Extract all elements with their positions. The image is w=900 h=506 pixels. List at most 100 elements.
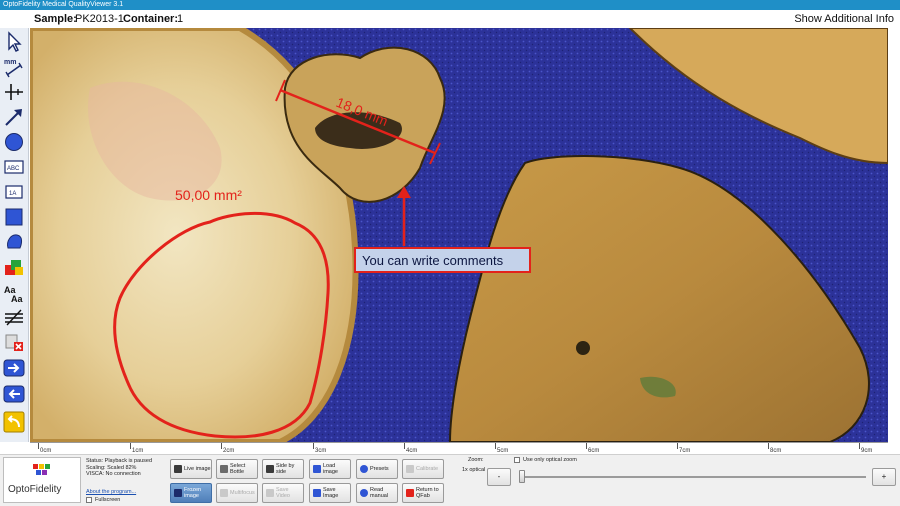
about-link[interactable]: About the program...: [86, 489, 136, 495]
save-icon: [313, 489, 321, 497]
load-image-button[interactable]: Load image: [309, 459, 351, 479]
live-image-label: Live image: [184, 466, 211, 472]
calibrate-icon: [406, 465, 414, 473]
ruler-tick: [859, 443, 860, 449]
container-value: 1: [177, 13, 184, 25]
hatch-tool[interactable]: [2, 305, 26, 329]
presets-button[interactable]: Presets: [356, 459, 398, 479]
zoom-slider-thumb[interactable]: [519, 470, 525, 483]
ruler-tick: [586, 443, 587, 449]
image-viewer[interactable]: 50,00 mm² 18,0 mm You can write comments: [30, 28, 888, 442]
circle-icon: [5, 133, 23, 151]
calibrate-label: Calibrate: [416, 466, 439, 472]
font-size-icon: AaAa: [4, 285, 23, 303]
delete-tool[interactable]: [2, 330, 26, 354]
presets-label: Presets: [370, 466, 389, 472]
select-bottle-button[interactable]: Select Bottle: [216, 459, 258, 479]
back-icon: [3, 385, 25, 403]
ruler-tick: [130, 443, 131, 449]
read-manual-button[interactable]: Read manual: [356, 483, 398, 503]
annotation-toolbar: mm ABC 1A Aa Aa: [0, 28, 29, 442]
fullscreen-checkbox[interactable]: Fullscreen: [86, 497, 120, 503]
label-tool[interactable]: 1A: [2, 180, 26, 204]
pointer-icon: [8, 31, 22, 52]
measure-line-tool[interactable]: mm: [2, 55, 26, 79]
fullscreen-check-box[interactable]: [86, 497, 92, 503]
folder-icon: [313, 465, 321, 473]
select-bottle-label: Select Bottle: [230, 463, 246, 475]
split-view-icon: [266, 465, 274, 473]
sample-label: Sample:: [34, 13, 77, 25]
layers-tool[interactable]: [2, 255, 26, 279]
crosshair-tool[interactable]: [2, 80, 26, 104]
multifocus-button[interactable]: Multifocus: [216, 483, 258, 503]
ruler-tick: [495, 443, 496, 449]
ruler-tick: [768, 443, 769, 449]
text-box-tool-text: ABC: [7, 166, 20, 172]
forward-button[interactable]: [2, 356, 26, 380]
sample-value: PK2013-1: [75, 13, 124, 25]
save-video-label: Save Video: [276, 487, 290, 499]
ruler-tick: [313, 443, 314, 449]
return-icon: [406, 489, 414, 497]
zoom-out-button[interactable]: -: [487, 468, 511, 486]
save-image-label: Save Image: [323, 487, 339, 499]
logo-text: OptoFidelity: [8, 484, 62, 495]
snowflake-icon: [174, 489, 182, 497]
calibrate-button[interactable]: Calibrate: [402, 459, 444, 479]
layers-icon: [5, 260, 23, 275]
circle-tool[interactable]: [2, 130, 26, 154]
side-by-side-button[interactable]: Side by side: [262, 459, 304, 479]
undo-button[interactable]: [2, 410, 26, 434]
freeform-icon: [7, 234, 23, 249]
freeform-tool[interactable]: [2, 230, 26, 254]
ruler-tick: [221, 443, 222, 449]
back-button[interactable]: [2, 382, 26, 406]
save-image-button[interactable]: Save Image: [309, 483, 351, 503]
area-measurement-label: 50,00 mm²: [175, 187, 242, 203]
scale-ruler: 0cm 1cm 2cm 3cm 4cm 5cm 6cm 7cm 8cm 9cm: [30, 442, 888, 454]
video-icon: [266, 489, 274, 497]
arrow-tool[interactable]: [2, 105, 26, 129]
specimen-image: 50,00 mm² 18,0 mm You can write comments: [30, 28, 888, 442]
window-title: OptoFidelity Medical QualityViewer 3.1: [0, 0, 900, 10]
forward-icon: [3, 359, 25, 377]
logo-icon: [33, 464, 50, 475]
save-video-button[interactable]: Save Video: [262, 483, 304, 503]
multifocus-icon: [220, 489, 228, 497]
rectangle-tool[interactable]: [2, 205, 26, 229]
zoom-slider-track[interactable]: [520, 476, 866, 478]
live-image-button[interactable]: Live image: [170, 459, 212, 479]
font-size-tool-text-2: Aa: [11, 294, 23, 303]
optical-zoom-label: Use only optical zoom: [523, 457, 577, 463]
measure-line-icon: mm: [4, 59, 23, 78]
frozen-image-button[interactable]: Frozen image: [170, 483, 212, 503]
sample-info-bar: Sample: PK2013-1 Container: 1 Show Addit…: [0, 10, 900, 28]
show-additional-info-link[interactable]: Show Additional Info: [794, 10, 894, 28]
multifocus-label: Multifocus: [230, 490, 255, 496]
optical-zoom-checkbox[interactable]: Use only optical zoom: [514, 457, 577, 463]
arrow-icon: [5, 109, 22, 126]
measure-unit-text: mm: [4, 59, 16, 66]
zoom-in-button[interactable]: +: [872, 468, 896, 486]
status-playback: Status: Playback is paused: [86, 458, 153, 464]
status-visca: VISCA: No connection: [86, 471, 141, 477]
pointer-tool[interactable]: [2, 30, 26, 54]
zoom-label: Zoom:: [468, 457, 484, 463]
bottle-icon: [220, 465, 228, 473]
return-qfab-button[interactable]: Return to QFab: [402, 483, 444, 503]
optical-zoom-check-box[interactable]: [514, 457, 520, 463]
read-manual-label: Read manual: [370, 487, 389, 499]
return-qfab-label: Return to QFab: [416, 487, 439, 499]
ruler-tick: [38, 443, 39, 449]
rectangle-icon: [5, 208, 23, 226]
crosshair-icon: [5, 84, 23, 100]
zoom-value: 1x optical: [462, 467, 486, 473]
comment-label: You can write comments: [362, 253, 504, 268]
container-label: Container:: [123, 13, 178, 25]
fullscreen-label: Fullscreen: [95, 497, 121, 503]
font-size-tool[interactable]: Aa Aa: [2, 280, 26, 304]
delete-icon: [5, 334, 23, 351]
text-box-tool[interactable]: ABC: [2, 155, 26, 179]
load-image-label: Load image: [323, 463, 338, 475]
